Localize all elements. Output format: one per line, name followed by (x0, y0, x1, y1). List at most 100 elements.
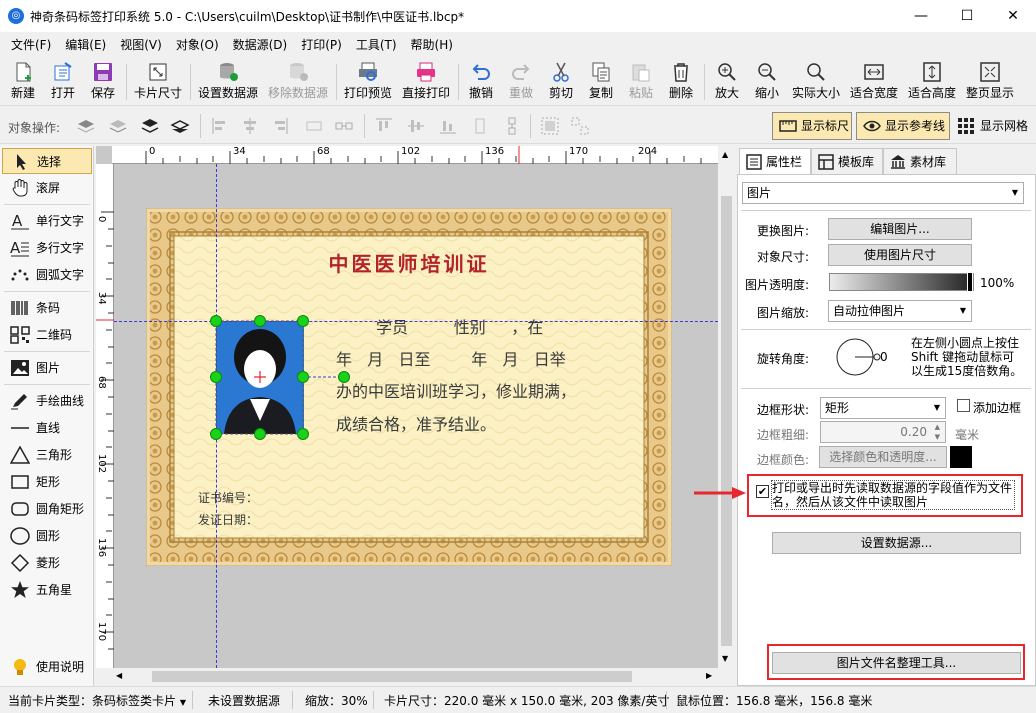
align-middle-icon[interactable] (406, 116, 426, 136)
border-color-button[interactable]: 选择颜色和透明度... (819, 446, 947, 468)
tool-barcode[interactable]: 条码 (2, 295, 92, 321)
tool-star[interactable]: 五角星 (2, 577, 92, 603)
distribute-h-icon[interactable] (304, 116, 324, 136)
tool-diamond[interactable]: 菱形 (2, 550, 92, 576)
border-width-label: 边框粗细: (757, 428, 810, 442)
hruler-tick: 136 (485, 146, 505, 157)
show-guides-toggle[interactable]: 显示参考线 (856, 112, 950, 140)
tool-rect[interactable]: 矩形 (2, 469, 92, 495)
fit-page-button[interactable]: 整页显示 (964, 60, 1016, 104)
scroll-right-icon[interactable]: ▶ (706, 671, 712, 680)
tool-line[interactable]: 直线 (2, 415, 92, 441)
menu-tools[interactable]: 工具(T) (349, 32, 404, 58)
distribute-v-icon[interactable] (470, 116, 490, 136)
vertical-scroll-thumb[interactable] (721, 196, 732, 646)
scroll-down-icon[interactable]: ▼ (722, 654, 728, 663)
object-type-select[interactable]: 图片 ▼ (742, 182, 1024, 204)
tool-round-rect[interactable]: 圆角矩形 (2, 496, 92, 522)
tab-templates[interactable]: 模板库 (811, 148, 883, 174)
add-border-checkbox[interactable] (957, 399, 970, 412)
ungroup-icon[interactable] (570, 116, 590, 136)
save-button[interactable]: 保存 (86, 60, 120, 104)
border-shape-select[interactable]: 矩形 ▼ (820, 397, 946, 419)
bring-front-icon[interactable] (76, 116, 96, 136)
border-color-swatch[interactable] (950, 446, 972, 468)
tool-select[interactable]: 选择 (2, 148, 92, 174)
zoom-out-button[interactable]: 缩小 (750, 60, 784, 104)
remove-datasource-button[interactable]: 移除数据源 (266, 60, 330, 104)
lightbulb-icon (14, 659, 26, 675)
border-width-input[interactable]: 0.20 ▲ ▼ (820, 421, 946, 443)
horizontal-guide-line[interactable] (114, 321, 718, 322)
horizontal-scroll-thumb[interactable] (152, 671, 632, 682)
open-button[interactable]: 打开 (46, 60, 80, 104)
align-right-icon[interactable] (270, 116, 290, 136)
redo-button[interactable]: 重做 (504, 60, 538, 104)
cut-button[interactable]: 剪切 (544, 60, 578, 104)
edit-image-button[interactable]: 编辑图片... (828, 218, 972, 240)
delete-button[interactable]: 删除 (664, 60, 698, 104)
help-button[interactable]: 使用说明 (2, 654, 92, 680)
copy-button[interactable]: 复制 (584, 60, 618, 104)
use-image-size-button[interactable]: 使用图片尺寸 (828, 244, 972, 266)
opacity-slider[interactable] (829, 272, 974, 292)
send-back-icon[interactable] (108, 116, 128, 136)
same-height-icon[interactable] (502, 116, 522, 136)
show-grid-toggle[interactable]: 显示网格 (956, 112, 1028, 140)
menu-print[interactable]: 打印(P) (294, 32, 349, 58)
paste-button[interactable]: 粘贴 (624, 60, 658, 104)
layer-up-icon[interactable] (140, 116, 160, 136)
opacity-slider-thumb[interactable] (967, 272, 973, 292)
read-from-datasource-checkbox[interactable]: ✔ (756, 485, 769, 498)
card-size-button[interactable]: 卡片尺寸 (132, 60, 184, 104)
maximize-button[interactable]: ☐ (944, 0, 990, 32)
close-button[interactable]: ✕ (990, 0, 1036, 32)
tool-qrcode[interactable]: 二维码 (2, 322, 92, 348)
image-scale-select[interactable]: 自动拉伸图片 ▼ (828, 300, 972, 322)
menu-datasource[interactable]: 数据源(D) (226, 32, 295, 58)
set-datasource-panel-button[interactable]: 设置数据源... (772, 532, 1021, 554)
tool-multi-text[interactable]: A 多行文字 (2, 235, 92, 261)
tool-freehand[interactable]: 手绘曲线 (2, 388, 92, 414)
new-button[interactable]: 新建 (6, 60, 40, 104)
menu-object[interactable]: 对象(O) (169, 32, 226, 58)
tool-single-text[interactable]: A 单行文字 (2, 208, 92, 234)
layer-down-icon[interactable] (170, 116, 190, 136)
fit-height-button[interactable]: 适合高度 (906, 60, 958, 104)
status-card-type[interactable]: 当前卡片类型：条码标签类卡片 ▼ (8, 692, 186, 709)
align-bottom-icon[interactable] (438, 116, 458, 136)
tool-scroll[interactable]: 滚屏 (2, 175, 92, 201)
multiline-text-icon: A (10, 239, 29, 257)
tab-materials[interactable]: 素材库 (883, 148, 957, 174)
undo-button[interactable]: 撤销 (464, 60, 498, 104)
image-filename-tool-button[interactable]: 图片文件名整理工具... (772, 652, 1021, 674)
show-ruler-toggle[interactable]: 显示标尺 (772, 112, 852, 140)
align-center-icon[interactable] (240, 116, 260, 136)
direct-print-button[interactable]: 直接打印 (400, 60, 452, 104)
selection-handles[interactable] (206, 312, 358, 444)
align-top-icon[interactable] (374, 116, 394, 136)
tab-properties[interactable]: 属性栏 (739, 148, 811, 174)
print-preview-button[interactable]: 打印预览 (342, 60, 394, 104)
vertical-scrollbar[interactable]: ▲ ▼ (718, 146, 735, 668)
main-toolbar: 新建 打开 保存 卡片尺寸 设置数据源 移除数据源 打印预览 直接打印 撤销 重… (0, 58, 1036, 106)
scroll-left-icon[interactable]: ◀ (116, 671, 122, 680)
actual-size-button[interactable]: 实际大小 (790, 60, 842, 104)
group-icon[interactable] (540, 116, 560, 136)
scroll-up-icon[interactable]: ▲ (722, 150, 728, 159)
tool-circle[interactable]: 圆形 (2, 523, 92, 549)
minimize-button[interactable]: — (898, 0, 944, 32)
zoom-in-button[interactable]: 放大 (710, 60, 744, 104)
align-left-icon[interactable] (210, 116, 230, 136)
menu-view[interactable]: 视图(V) (113, 32, 169, 58)
tool-arc-text[interactable]: 圆弧文字 (2, 262, 92, 288)
horizontal-scrollbar[interactable]: ◀ ▶ (112, 668, 718, 685)
same-width-icon[interactable] (334, 116, 354, 136)
menu-help[interactable]: 帮助(H) (404, 32, 460, 58)
tool-triangle[interactable]: 三角形 (2, 442, 92, 468)
set-datasource-button[interactable]: 设置数据源 (196, 60, 260, 104)
tool-image[interactable]: 图片 (2, 355, 92, 381)
menu-edit[interactable]: 编辑(E) (58, 32, 113, 58)
menu-file[interactable]: 文件(F) (4, 32, 58, 58)
fit-width-button[interactable]: 适合宽度 (848, 60, 900, 104)
